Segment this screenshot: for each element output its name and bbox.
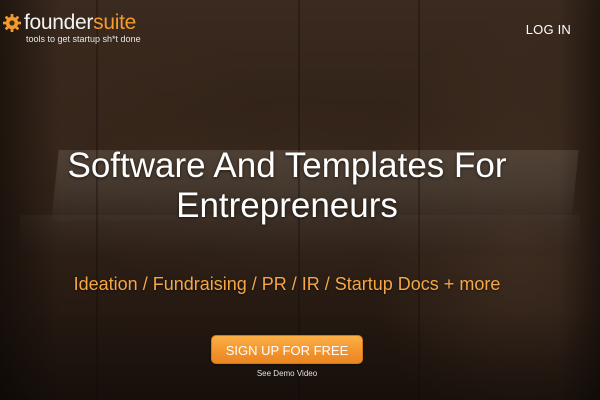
hero-headline: Software And Templates For Entrepreneurs	[0, 146, 574, 226]
logo-word-suite: suite	[93, 11, 136, 34]
gear-icon	[3, 14, 21, 32]
hero-headline-line2: Entrepreneurs	[176, 186, 398, 225]
hero-subheadline: Ideation / Fundraising / PR / IR / Start…	[73, 274, 501, 294]
login-link[interactable]: LOG IN	[526, 22, 571, 37]
signup-button[interactable]: SIGN UP FOR FREE	[211, 335, 363, 364]
logo-word-founder: founder	[24, 11, 94, 34]
logo-wordmark: foundersuite	[24, 12, 141, 33]
hero-headline-line1: Software And Templates For	[67, 146, 507, 185]
logo-tagline: tools to get startup sh*t done	[26, 34, 141, 44]
logo-text: foundersuite tools to get startup sh*t d…	[24, 12, 141, 44]
logo[interactable]: foundersuite tools to get startup sh*t d…	[2, 12, 141, 44]
demo-video-link[interactable]: See Demo Video	[211, 369, 363, 378]
